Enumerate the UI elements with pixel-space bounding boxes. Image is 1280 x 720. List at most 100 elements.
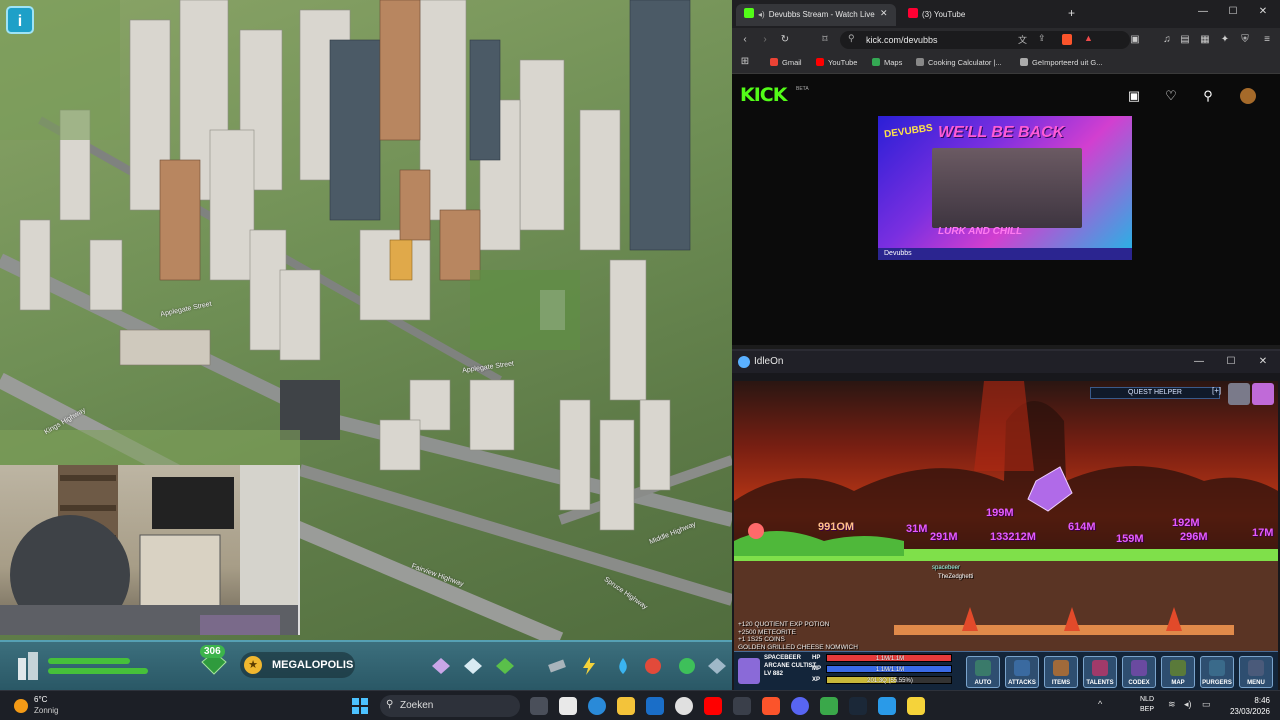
app-icon[interactable]: [733, 697, 751, 715]
menu-icon: [1248, 660, 1264, 676]
clock[interactable]: 8:46 23/03/2026: [1216, 695, 1270, 717]
url-text: kick.com/devubbs: [866, 35, 938, 45]
edge-icon[interactable]: [588, 697, 606, 715]
info-button[interactable]: i: [6, 6, 34, 34]
recycling-tool-icon[interactable]: [676, 655, 698, 677]
character-portrait[interactable]: [738, 658, 760, 684]
damage-number: 614M: [1068, 521, 1096, 533]
character-name: SPACEBEER: [764, 655, 801, 661]
app-icon[interactable]: [878, 697, 896, 715]
quest-helper-toggle-icon[interactable]: [+]: [1212, 386, 1221, 395]
bookmark-label: Maps: [884, 58, 903, 67]
app-icon[interactable]: [907, 697, 925, 715]
extensions-icon[interactable]: ✦: [1218, 33, 1232, 47]
following-heart-icon[interactable]: ♡: [1163, 88, 1179, 104]
hud-button-purgers[interactable]: PURGERS: [1200, 656, 1234, 688]
city-builder-viewport[interactable]: Applegate Street Kings Highway Fairview …: [0, 0, 732, 690]
rewards-icon[interactable]: ▲: [1084, 33, 1093, 43]
bookmark-youtube[interactable]: YouTube: [816, 56, 857, 70]
maximize-icon[interactable]: ☐: [1224, 356, 1238, 367]
health-tool-icon[interactable]: [642, 655, 664, 677]
electricity-tool-icon[interactable]: [578, 655, 600, 677]
mail-icon[interactable]: [646, 697, 664, 715]
kick-logo[interactable]: KICK: [740, 84, 787, 106]
new-tab-button[interactable]: +: [1068, 6, 1075, 20]
road-tool-icon[interactable]: [546, 655, 568, 677]
more-tools-icon[interactable]: [706, 655, 728, 677]
input-language[interactable]: NLD BEP: [1140, 695, 1154, 715]
volume-icon[interactable]: ◂): [1184, 699, 1192, 710]
steam-icon[interactable]: [849, 697, 867, 715]
close-tab-icon[interactable]: ✕: [880, 8, 888, 19]
reload-icon[interactable]: ↻: [778, 33, 792, 47]
game-icon[interactable]: [820, 697, 838, 715]
hud-button-items[interactable]: ITEMS: [1044, 656, 1078, 688]
hud-button-codex[interactable]: CODEX: [1122, 656, 1156, 688]
back-icon[interactable]: ‹: [738, 33, 752, 47]
bookmark-cooking-calculator[interactable]: Cooking Calculator |...: [916, 56, 1002, 70]
chrome-icon[interactable]: [675, 697, 693, 715]
hud-button-talents[interactable]: TALENTS: [1083, 656, 1117, 688]
damage-number: 296M: [1180, 531, 1208, 543]
hud-button-attacks[interactable]: ATTACKS: [1005, 656, 1039, 688]
idleon-game-canvas[interactable]: QUEST HELPER [+] 991OM 31M 291M 199M 133…: [734, 381, 1278, 651]
zoning-tool-icon[interactable]: [430, 655, 452, 677]
menu-icon[interactable]: ≡: [1260, 33, 1274, 47]
minimize-icon[interactable]: —: [1196, 6, 1210, 17]
wallet-icon[interactable]: ▦: [1198, 33, 1212, 47]
reader-icon[interactable]: ▤: [1178, 33, 1192, 47]
brave-icon[interactable]: [762, 697, 780, 715]
tab-youtube[interactable]: (3) YouTube: [900, 4, 1060, 26]
park-tool-icon[interactable]: [494, 655, 516, 677]
pet-icon[interactable]: [1252, 383, 1274, 405]
calculator-icon[interactable]: [559, 697, 577, 715]
hud-button-auto[interactable]: AUTO: [966, 656, 1000, 688]
bookmark-icon[interactable]: ⌑: [818, 33, 832, 47]
youtube-icon[interactable]: [704, 697, 722, 715]
share-icon[interactable]: ⇪: [1038, 33, 1046, 44]
loot-log-line: GOLDEN GRILLED CHEESE NOMWICH: [738, 643, 858, 651]
bookmark-gmail[interactable]: Gmail: [770, 56, 802, 70]
url-field[interactable]: ⚲ kick.com/devubbs 文 ⇪ ▲: [840, 31, 1130, 49]
hud-button-label: ITEMS: [1051, 680, 1071, 686]
maximize-icon[interactable]: ☐: [1226, 6, 1240, 17]
battery-icon[interactable]: ▭: [1202, 699, 1211, 710]
tab-kick[interactable]: ◂) Devubbs Stream - Watch Live: [736, 4, 896, 26]
search-icon[interactable]: ⚲: [1200, 88, 1216, 104]
close-window-icon[interactable]: ✕: [1256, 356, 1270, 367]
weather-sun-icon[interactable]: [14, 699, 28, 713]
stat-row-xp: XP 201.3Q (55.55%): [812, 676, 952, 685]
translate-icon[interactable]: 文: [1018, 33, 1027, 46]
offline-banner[interactable]: DEVUBBS WE'LL BE BACK LURK AND CHILL Dev…: [878, 116, 1132, 260]
hud-button-menu[interactable]: MENU: [1239, 656, 1273, 688]
taskbar-search[interactable]: ⚲ Zoeken: [380, 695, 520, 717]
time: 8:46: [1254, 696, 1270, 705]
sidebar-toggle-icon[interactable]: ▣: [1128, 33, 1142, 47]
close-window-icon[interactable]: ✕: [1256, 6, 1270, 17]
tray-chevron-icon[interactable]: ^: [1098, 699, 1102, 709]
media-icon[interactable]: ♫: [1160, 33, 1174, 47]
apps-icon[interactable]: ⊞: [738, 55, 752, 69]
discord-icon[interactable]: [791, 697, 809, 715]
banner-brand: DEVUBBS: [883, 122, 934, 141]
weather-temperature[interactable]: 6°C: [34, 695, 47, 704]
wifi-icon[interactable]: ≋: [1168, 699, 1176, 710]
minimize-icon[interactable]: —: [1192, 356, 1206, 367]
forward-icon[interactable]: ›: [758, 33, 772, 47]
file-explorer-icon[interactable]: [617, 697, 635, 715]
avatar[interactable]: [1240, 88, 1256, 104]
start-button[interactable]: [352, 698, 368, 714]
bookmark-imported-folder[interactable]: Geïmporteerd uit G...: [1020, 56, 1102, 70]
task-view-icon[interactable]: [530, 697, 548, 715]
brave-shields-icon[interactable]: [1062, 34, 1072, 45]
companion-icon[interactable]: [1228, 383, 1250, 405]
area-tool-icon[interactable]: [462, 655, 484, 677]
water-tool-icon[interactable]: [612, 655, 634, 677]
browse-icon[interactable]: ▣: [1126, 88, 1142, 104]
site-info-icon[interactable]: ⚲: [848, 33, 855, 44]
vpn-icon[interactable]: ⛨: [1238, 33, 1252, 47]
weather-description[interactable]: Zonnig: [34, 706, 58, 715]
hud-button-map[interactable]: MAP: [1161, 656, 1195, 688]
bookmark-maps[interactable]: Maps: [872, 56, 902, 70]
quest-helper-panel[interactable]: QUEST HELPER: [1090, 387, 1220, 399]
